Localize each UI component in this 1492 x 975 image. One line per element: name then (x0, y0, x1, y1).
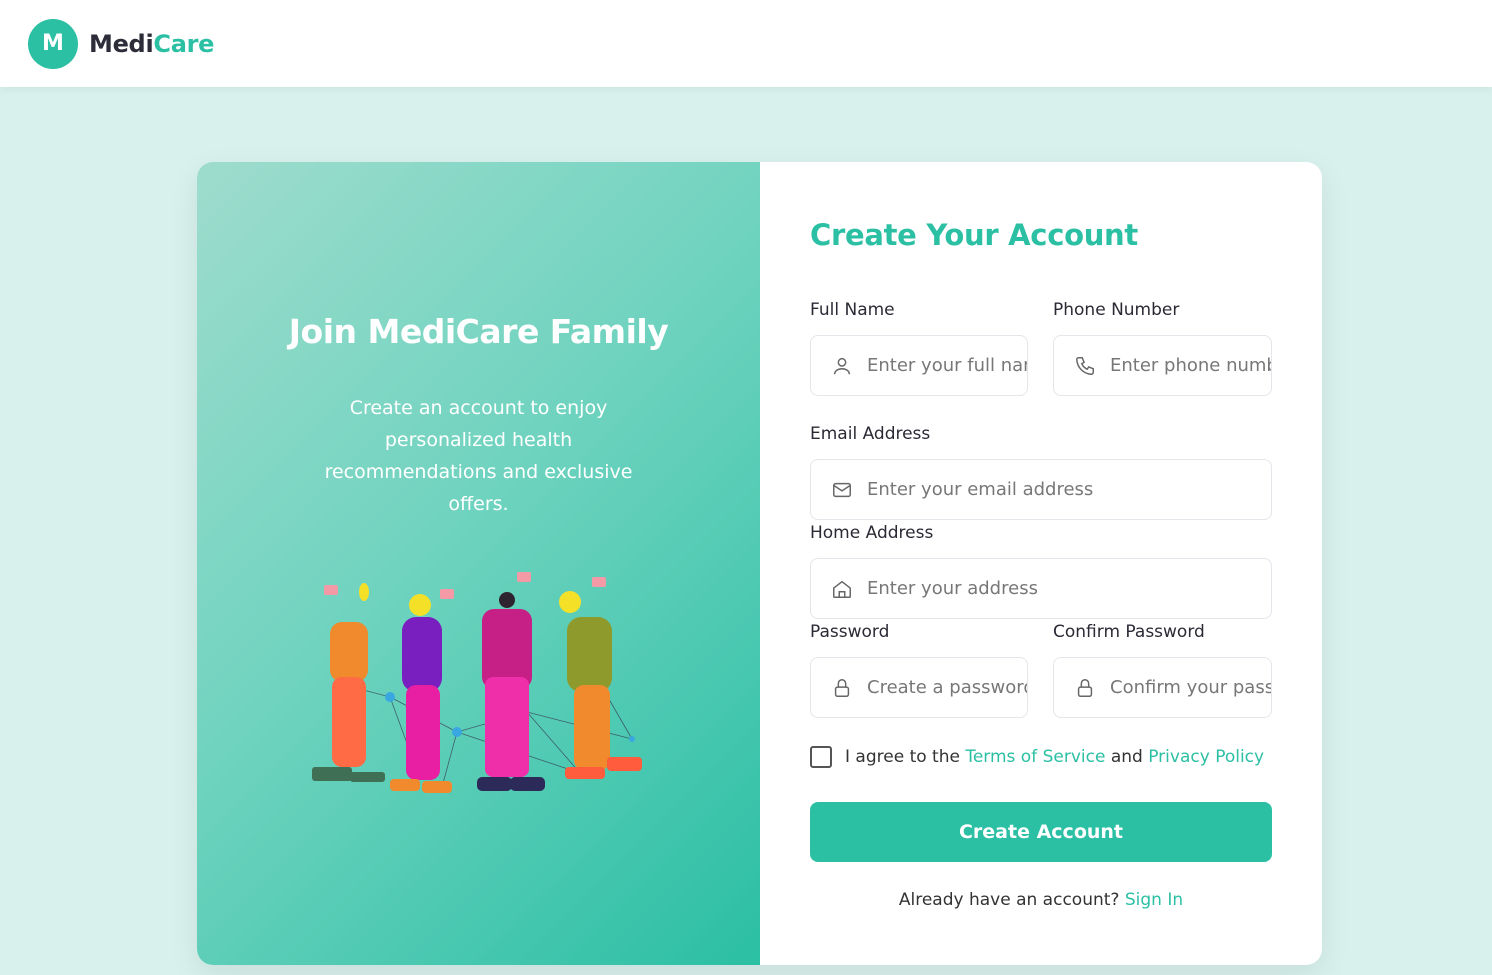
user-icon (833, 357, 851, 374)
password-input[interactable] (867, 677, 1027, 698)
address-label: Home Address (810, 523, 934, 543)
phone-icon (1076, 356, 1094, 375)
terms-agreement: I agree to the Terms of Service and Priv… (810, 746, 1264, 768)
address-input[interactable] (867, 578, 1271, 599)
confirm-password-field[interactable] (1053, 657, 1272, 718)
lock-icon (834, 678, 850, 697)
email-field[interactable] (810, 459, 1272, 520)
create-account-button[interactable]: Create Account (810, 802, 1272, 862)
brand-name-part1: Medi (89, 29, 154, 58)
privacy-link[interactable]: Privacy Policy (1148, 747, 1264, 767)
terms-checkbox[interactable] (810, 746, 832, 768)
password-field[interactable] (810, 657, 1028, 718)
password-label: Password (810, 622, 890, 642)
promo-panel: Join MediCare Family Create an account t… (197, 162, 760, 965)
phone-input[interactable] (1110, 355, 1271, 376)
people-illustration (312, 572, 642, 793)
phone-label: Phone Number (1053, 300, 1180, 320)
signin-link[interactable]: Sign In (1125, 890, 1183, 910)
full-name-field[interactable] (810, 335, 1028, 396)
form-panel: Create Your Account Full Name Phone Numb… (760, 162, 1322, 965)
terms-link[interactable]: Terms of Service (965, 747, 1105, 767)
brand-name[interactable]: MediCare (89, 30, 214, 58)
form-title: Create Your Account (810, 218, 1138, 252)
logo-mark[interactable]: M (28, 18, 78, 69)
full-name-input[interactable] (867, 355, 1027, 376)
top-header: M MediCare (0, 0, 1492, 87)
confirm-password-input[interactable] (1110, 677, 1271, 698)
home-icon (833, 580, 851, 598)
brand-name-part2: Care (153, 29, 215, 58)
agree-and: and (1110, 747, 1143, 767)
email-input[interactable] (867, 479, 1271, 500)
agree-prefix: I agree to the (845, 747, 960, 767)
phone-field[interactable] (1053, 335, 1272, 396)
signup-card: Join MediCare Family Create an account t… (197, 162, 1322, 965)
confirm-password-label: Confirm Password (1053, 622, 1205, 642)
full-name-label: Full Name (810, 300, 895, 320)
promo-subtitle: Create an account to enjoy personalized … (324, 397, 633, 515)
address-field[interactable] (810, 558, 1272, 619)
email-label: Email Address (810, 424, 931, 444)
signin-row: Already have an account? Sign In (760, 890, 1322, 910)
mail-icon (833, 482, 851, 497)
lock-icon (1077, 678, 1093, 697)
signin-prompt: Already have an account? (898, 890, 1120, 910)
promo-title: Join MediCare Family (288, 312, 669, 351)
